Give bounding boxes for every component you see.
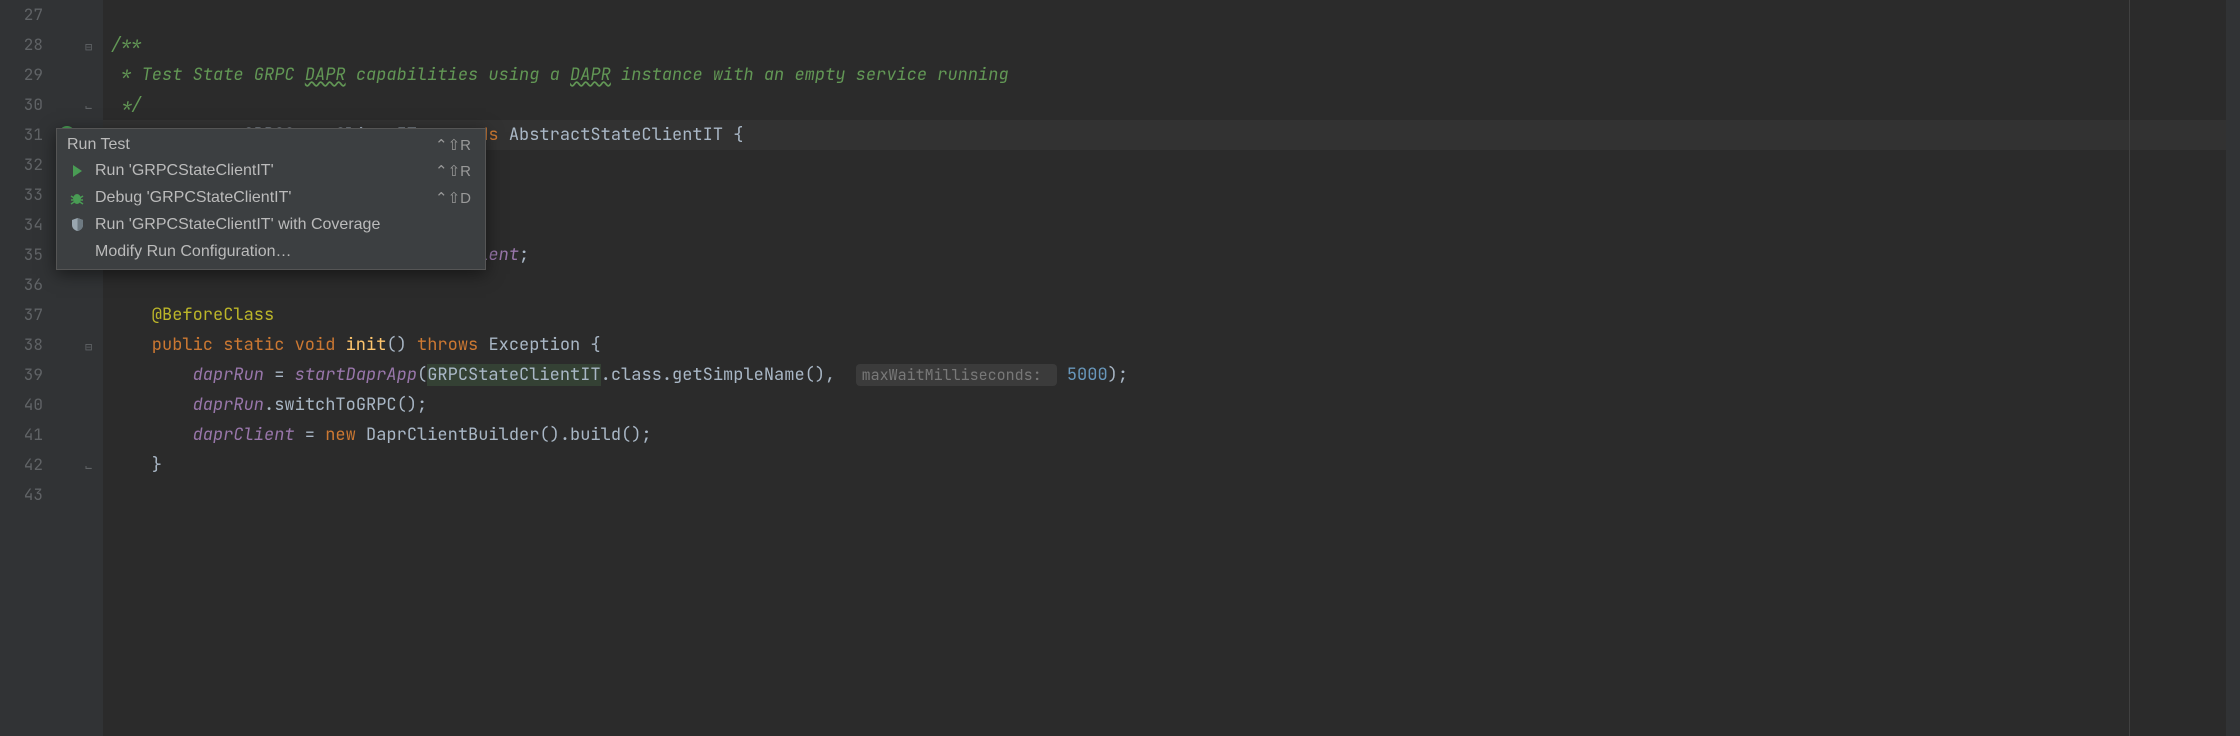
- run-coverage-menuitem[interactable]: Run 'GRPCStateClientIT' with Coverage: [57, 211, 485, 238]
- line-number: 34: [0, 210, 43, 240]
- line-number: 39: [0, 360, 43, 390]
- gutter-icon-column: [55, 0, 83, 736]
- javadoc-close: */: [111, 94, 142, 116]
- line-number: 32: [0, 150, 43, 180]
- vertical-scrollbar[interactable]: [2226, 0, 2240, 736]
- line-number: 37: [0, 300, 43, 330]
- fold-gutter: ⊟ ⌙ ⊟ ⊟ ⌙: [83, 0, 103, 736]
- bug-icon: [67, 188, 87, 208]
- javadoc-text: * Test State GRPC DAPR capabilities usin…: [111, 64, 1009, 86]
- line-number: 36: [0, 270, 43, 300]
- line-number: 31: [0, 120, 43, 150]
- run-test-menuitem[interactable]: Run 'GRPCStateClientIT' ⌃⇧R: [57, 157, 485, 184]
- line-number: 41: [0, 420, 43, 450]
- line-number: 27: [0, 0, 43, 30]
- modify-run-config-menuitem[interactable]: Modify Run Configuration…: [57, 238, 485, 265]
- line-number: 35: [0, 240, 43, 270]
- code-area[interactable]: /** * Test State GRPC DAPR capabilities …: [103, 0, 2240, 736]
- keyboard-shortcut: ⌃⇧R: [435, 136, 471, 154]
- line-number-gutter: 27 28 29 30 31 32 33 34 35 36 37 38 39 4…: [0, 0, 55, 736]
- line-number: 29: [0, 60, 43, 90]
- javadoc-open: /**: [111, 34, 142, 56]
- line-number: 28: [0, 30, 43, 60]
- run-context-menu: Run Test ⌃⇧R Run 'GRPCStateClientIT' ⌃⇧R…: [56, 128, 486, 270]
- keyboard-shortcut: ⌃⇧D: [435, 189, 471, 207]
- line-number: 43: [0, 480, 43, 510]
- debug-test-menuitem[interactable]: Debug 'GRPCStateClientIT' ⌃⇧D: [57, 184, 485, 211]
- fold-collapse-icon[interactable]: ⊟: [85, 39, 98, 52]
- fold-collapse-icon[interactable]: ⊟: [85, 339, 98, 352]
- line-number: 42: [0, 450, 43, 480]
- shield-icon: [67, 215, 87, 235]
- parameter-hint: maxWaitMilliseconds:: [856, 364, 1057, 386]
- keyboard-shortcut: ⌃⇧R: [435, 162, 471, 180]
- code-editor: 27 28 29 30 31 32 33 34 35 36 37 38 39 4…: [0, 0, 2240, 736]
- empty-icon: [67, 242, 87, 262]
- line-number: 38: [0, 330, 43, 360]
- menu-header: Run Test ⌃⇧R: [57, 133, 485, 157]
- annotation: @BeforeClass: [111, 304, 274, 326]
- line-number: 33: [0, 180, 43, 210]
- right-margin-guide: [2129, 0, 2130, 736]
- fold-end-icon[interactable]: ⌙: [85, 459, 98, 472]
- fold-end-icon[interactable]: ⌙: [85, 99, 98, 112]
- line-number: 30: [0, 90, 43, 120]
- line-number: 40: [0, 390, 43, 420]
- play-icon: [67, 161, 87, 181]
